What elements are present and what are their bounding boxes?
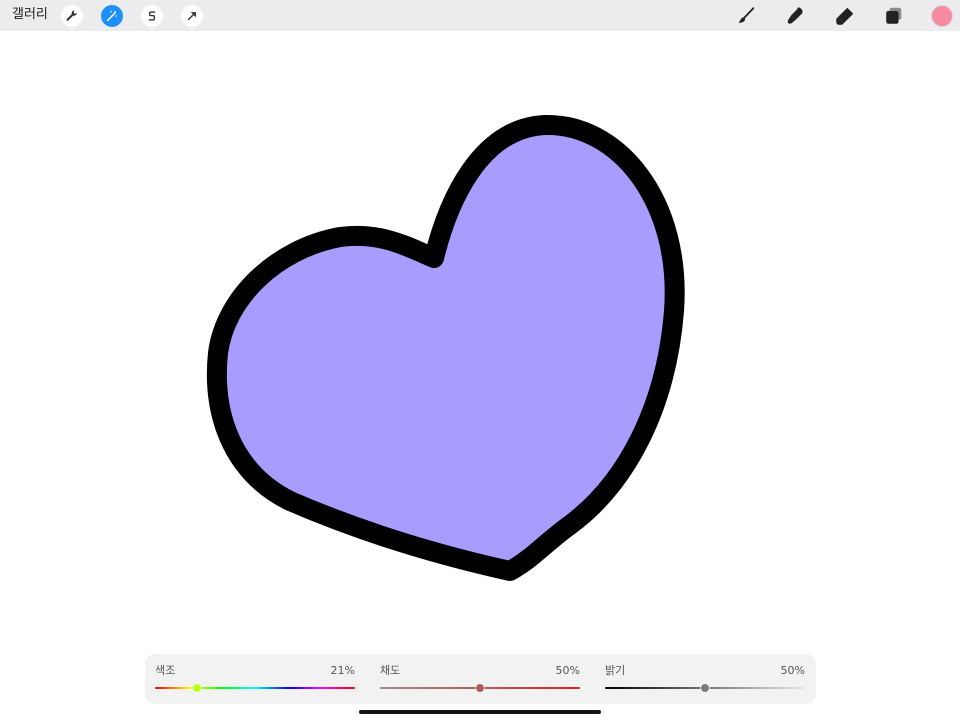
layers-icon [886, 7, 902, 24]
brightness-slider: 밝기 50% [605, 654, 805, 704]
selection-button[interactable] [141, 5, 163, 27]
heart-shape [206, 114, 685, 581]
eraser-tool-button[interactable] [833, 4, 857, 28]
brightness-value: 50% [780, 664, 805, 677]
home-indicator [359, 710, 601, 714]
smudge-tool-button[interactable] [783, 4, 807, 28]
procreate-app: 갤러리 색조 21% 채도 50% 밝기 50% [0, 0, 960, 720]
saturation-slider: 채도 50% [380, 654, 580, 704]
hue-track[interactable] [155, 687, 355, 689]
transform-arrow-icon [187, 12, 196, 21]
eraser-icon [836, 7, 854, 25]
color-slider-panel: 색조 21% 채도 50% 밝기 50% [145, 654, 816, 704]
smudge-icon [787, 7, 803, 24]
actions-button[interactable] [61, 5, 83, 27]
brightness-knob[interactable] [701, 684, 709, 692]
saturation-label: 채도 [380, 664, 401, 677]
hue-slider: 색조 21% [155, 654, 355, 704]
adjustments-button[interactable] [101, 5, 123, 27]
brush-icon [738, 7, 755, 23]
saturation-value: 50% [555, 664, 580, 677]
current-color-swatch[interactable] [931, 5, 953, 27]
magic-wand-icon [106, 10, 118, 22]
selection-s-icon [148, 11, 156, 21]
hue-value: 21% [330, 664, 355, 677]
hue-knob[interactable] [193, 684, 201, 692]
saturation-knob[interactable] [476, 684, 484, 692]
canvas-drawing [206, 114, 685, 581]
layers-button[interactable] [882, 4, 906, 28]
brightness-label: 밝기 [605, 664, 626, 677]
drawing-canvas[interactable] [0, 31, 960, 651]
hue-label: 색조 [155, 664, 176, 677]
wrench-icon [66, 10, 77, 21]
top-toolbar: 갤러리 [0, 0, 960, 31]
gallery-button[interactable]: 갤러리 [12, 6, 48, 24]
transform-button[interactable] [181, 5, 203, 27]
paint-tool-button[interactable] [734, 4, 758, 28]
